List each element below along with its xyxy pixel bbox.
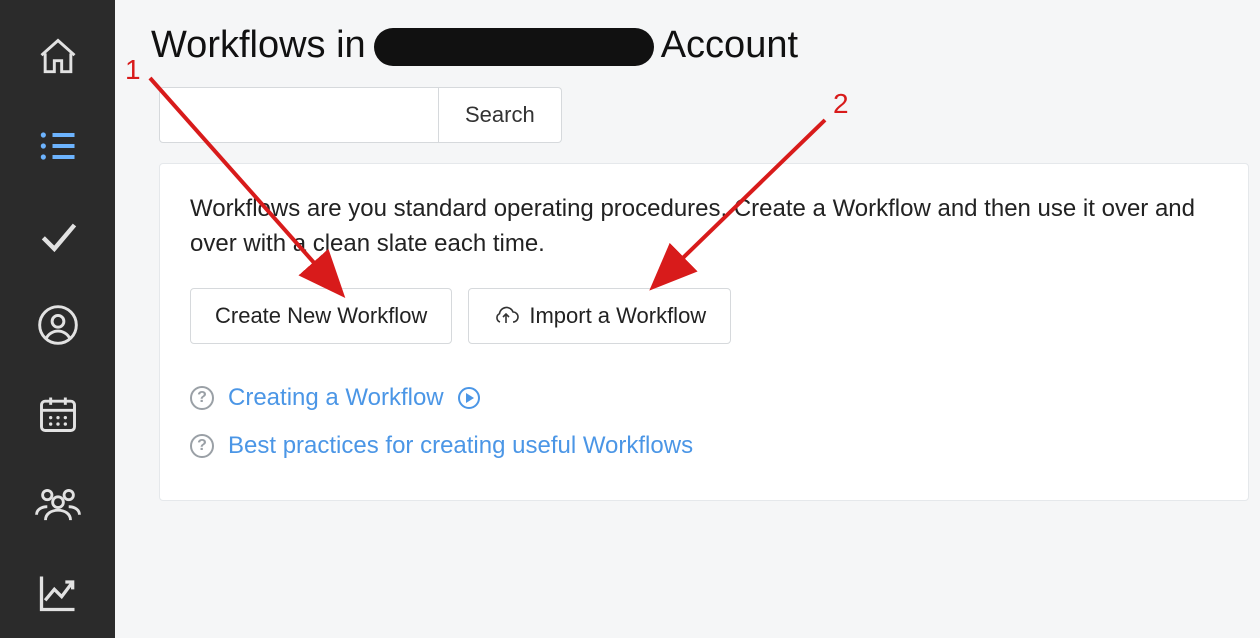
nav-home[interactable] xyxy=(0,12,115,101)
intro-text: Workflows are you standard operating pro… xyxy=(190,192,1224,262)
import-label: Import a Workflow xyxy=(529,303,706,329)
help-links: ? Creating a Workflow ? Best practices f… xyxy=(190,384,1224,460)
nav-workflows[interactable] xyxy=(0,101,115,190)
nav-tasks[interactable] xyxy=(0,191,115,280)
help-link-2-text: Best practices for creating useful Workf… xyxy=(228,432,693,460)
play-icon xyxy=(458,387,480,409)
check-icon xyxy=(36,214,80,258)
main-content: Workflows in Account Search Workflows ar… xyxy=(115,0,1260,638)
search-row: Search xyxy=(159,87,1260,143)
nav-calendar[interactable] xyxy=(0,370,115,459)
team-icon xyxy=(33,482,83,526)
nav-profile[interactable] xyxy=(0,280,115,369)
help-link-creating[interactable]: ? Creating a Workflow xyxy=(190,384,1224,412)
sidebar xyxy=(0,0,115,638)
page-title: Workflows in Account xyxy=(151,24,798,67)
nav-team[interactable] xyxy=(0,459,115,548)
annotation-1: 1 xyxy=(125,54,141,86)
nav-analytics[interactable] xyxy=(0,549,115,638)
home-icon xyxy=(36,35,80,79)
list-icon xyxy=(36,124,80,168)
redacted-name xyxy=(374,28,654,66)
chart-icon xyxy=(36,571,80,615)
title-suffix: Account xyxy=(652,24,798,66)
help-link-best-practices[interactable]: ? Best practices for creating useful Wor… xyxy=(190,432,1224,460)
title-prefix: Workflows in xyxy=(151,24,376,66)
help-link-1-text: Creating a Workflow xyxy=(228,384,444,412)
user-icon xyxy=(36,303,80,347)
import-workflow-button[interactable]: Import a Workflow xyxy=(468,288,731,344)
create-workflow-button[interactable]: Create New Workflow xyxy=(190,288,452,344)
help-icon: ? xyxy=(190,434,214,458)
calendar-icon xyxy=(36,392,80,436)
search-input[interactable] xyxy=(159,87,439,143)
cloud-upload-icon xyxy=(493,305,519,327)
search-button[interactable]: Search xyxy=(439,87,562,143)
action-buttons: Create New Workflow Import a Workflow xyxy=(190,288,1224,344)
help-icon: ? xyxy=(190,386,214,410)
workflows-card: Workflows are you standard operating pro… xyxy=(159,163,1249,501)
